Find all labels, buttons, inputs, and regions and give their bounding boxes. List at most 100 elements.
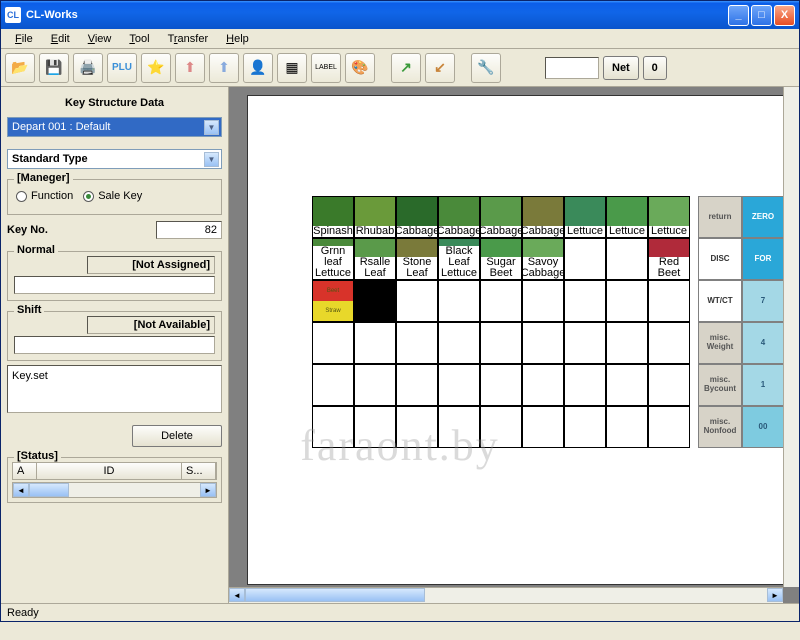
plu-key[interactable]: Rsalle Leaf	[354, 238, 396, 280]
plu-key[interactable]	[522, 364, 564, 406]
minimize-button[interactable]: _	[728, 5, 749, 26]
plu-key[interactable]	[438, 406, 480, 448]
zero-button[interactable]: 0	[643, 56, 667, 80]
net-button[interactable]: Net	[603, 56, 639, 80]
scroll-thumb[interactable]	[29, 483, 69, 497]
plu-key[interactable]	[354, 364, 396, 406]
plu-key[interactable]: Grnn leaf Lettuce	[312, 238, 354, 280]
plu-key[interactable]: Stone Leaf	[396, 238, 438, 280]
plu-icon[interactable]: PLU	[107, 53, 137, 83]
plu-key[interactable]	[354, 322, 396, 364]
col-id[interactable]: ID	[37, 463, 182, 479]
menu-tool[interactable]: Tool	[121, 31, 157, 47]
plu-key[interactable]: Rhubab	[354, 196, 396, 238]
func-key[interactable]: misc. Nonfood	[698, 406, 742, 448]
func-key[interactable]: 1	[742, 364, 784, 406]
plu-key[interactable]: Lettuce	[564, 196, 606, 238]
normal-field[interactable]	[14, 276, 215, 294]
menu-help[interactable]: Help	[218, 31, 257, 47]
plu-key[interactable]	[438, 280, 480, 322]
menu-edit[interactable]: Edit	[43, 31, 78, 47]
type-combo[interactable]: Standard Type ▼	[7, 149, 222, 169]
plu-key[interactable]	[312, 406, 354, 448]
menu-view[interactable]: View	[80, 31, 120, 47]
scroll-left-icon[interactable]: ◄	[13, 483, 29, 497]
func-key[interactable]: DISC	[698, 238, 742, 280]
save-icon[interactable]: 💾	[39, 53, 69, 83]
delete-button[interactable]: Delete	[132, 425, 222, 447]
plu-key[interactable]	[648, 280, 690, 322]
plu-key[interactable]	[480, 322, 522, 364]
plu-key[interactable]	[480, 406, 522, 448]
scroll-right-icon[interactable]: ►	[767, 588, 783, 602]
star-icon[interactable]: ⭐	[141, 53, 171, 83]
plu-key[interactable]	[606, 322, 648, 364]
func-key[interactable]: misc. Bycount	[698, 364, 742, 406]
radio-function[interactable]: Function	[16, 190, 73, 202]
print-icon[interactable]: 🖨️	[73, 53, 103, 83]
plu-key[interactable]	[438, 322, 480, 364]
plu-key[interactable]	[312, 364, 354, 406]
col-a[interactable]: A	[13, 463, 37, 479]
plu-key[interactable]: Cabbage	[480, 196, 522, 238]
plu-key[interactable]	[564, 238, 606, 280]
plu-key[interactable]: Savoy Cabbage	[522, 238, 564, 280]
plu-key[interactable]	[312, 322, 354, 364]
status-hscroll[interactable]: ◄ ►	[12, 482, 217, 498]
func-key[interactable]: WT/CT	[698, 280, 742, 322]
plu-key[interactable]: Lettuce	[606, 196, 648, 238]
plu-key[interactable]: Red Beet	[648, 238, 690, 280]
menu-file[interactable]: FFileile	[7, 31, 41, 47]
plu-key[interactable]	[606, 364, 648, 406]
menu-transfer[interactable]: Transfer	[160, 31, 217, 47]
plu-key[interactable]	[564, 280, 606, 322]
plu-key[interactable]: Sugar Beet	[480, 238, 522, 280]
open-icon[interactable]: 📂	[5, 53, 35, 83]
scroll-left-icon[interactable]: ◄	[229, 588, 245, 602]
plu-key[interactable]	[648, 364, 690, 406]
plu-key[interactable]	[396, 280, 438, 322]
keyset-box[interactable]: Key.set	[7, 365, 222, 413]
grid-icon[interactable]: ▦	[277, 53, 307, 83]
plu-key[interactable]: Spinash	[312, 196, 354, 238]
func-key[interactable]: misc. Weight	[698, 322, 742, 364]
plu-key[interactable]	[564, 364, 606, 406]
depart-combo[interactable]: Depart 001 : Default ▼	[7, 117, 222, 137]
plu-key[interactable]: Black Leaf Lettuce	[438, 238, 480, 280]
func-key[interactable]: ZERO	[742, 196, 784, 238]
scroll-right-icon[interactable]: ►	[200, 483, 216, 497]
shift-field[interactable]	[14, 336, 215, 354]
user-icon[interactable]: 👤	[243, 53, 273, 83]
plu-key[interactable]	[606, 406, 648, 448]
plu-key[interactable]	[564, 322, 606, 364]
close-button[interactable]: X	[774, 5, 795, 26]
scroll-thumb[interactable]	[245, 588, 425, 602]
plu-key[interactable]: Cabbage	[438, 196, 480, 238]
plu-key[interactable]	[648, 322, 690, 364]
maximize-button[interactable]: □	[751, 5, 772, 26]
plu-key[interactable]	[354, 406, 396, 448]
func-key[interactable]: FOR	[742, 238, 784, 280]
plu-key[interactable]	[396, 406, 438, 448]
tools-icon[interactable]: 🔧	[471, 53, 501, 83]
plu-key[interactable]	[606, 280, 648, 322]
func-key[interactable]: return	[698, 196, 742, 238]
plu-key[interactable]	[648, 406, 690, 448]
plu-key[interactable]	[564, 406, 606, 448]
plu-key[interactable]	[522, 322, 564, 364]
plu-key[interactable]	[480, 280, 522, 322]
canvas-hscroll[interactable]: ◄ ►	[229, 587, 783, 603]
plu-key[interactable]: Cabbage	[396, 196, 438, 238]
col-s[interactable]: S...	[182, 463, 216, 479]
plu-key[interactable]	[522, 280, 564, 322]
plu-key[interactable]	[480, 364, 522, 406]
upload1-icon[interactable]: ⬆	[175, 53, 205, 83]
toolbar-field[interactable]	[545, 57, 599, 79]
down-arrow-icon[interactable]: ↙	[425, 53, 455, 83]
label-icon[interactable]: LABEL	[311, 53, 341, 83]
upload2-icon[interactable]: ⬆	[209, 53, 239, 83]
func-key[interactable]: 7	[742, 280, 784, 322]
plu-key[interactable]	[438, 364, 480, 406]
canvas-vscroll[interactable]	[783, 87, 799, 587]
palette-icon[interactable]: 🎨	[345, 53, 375, 83]
